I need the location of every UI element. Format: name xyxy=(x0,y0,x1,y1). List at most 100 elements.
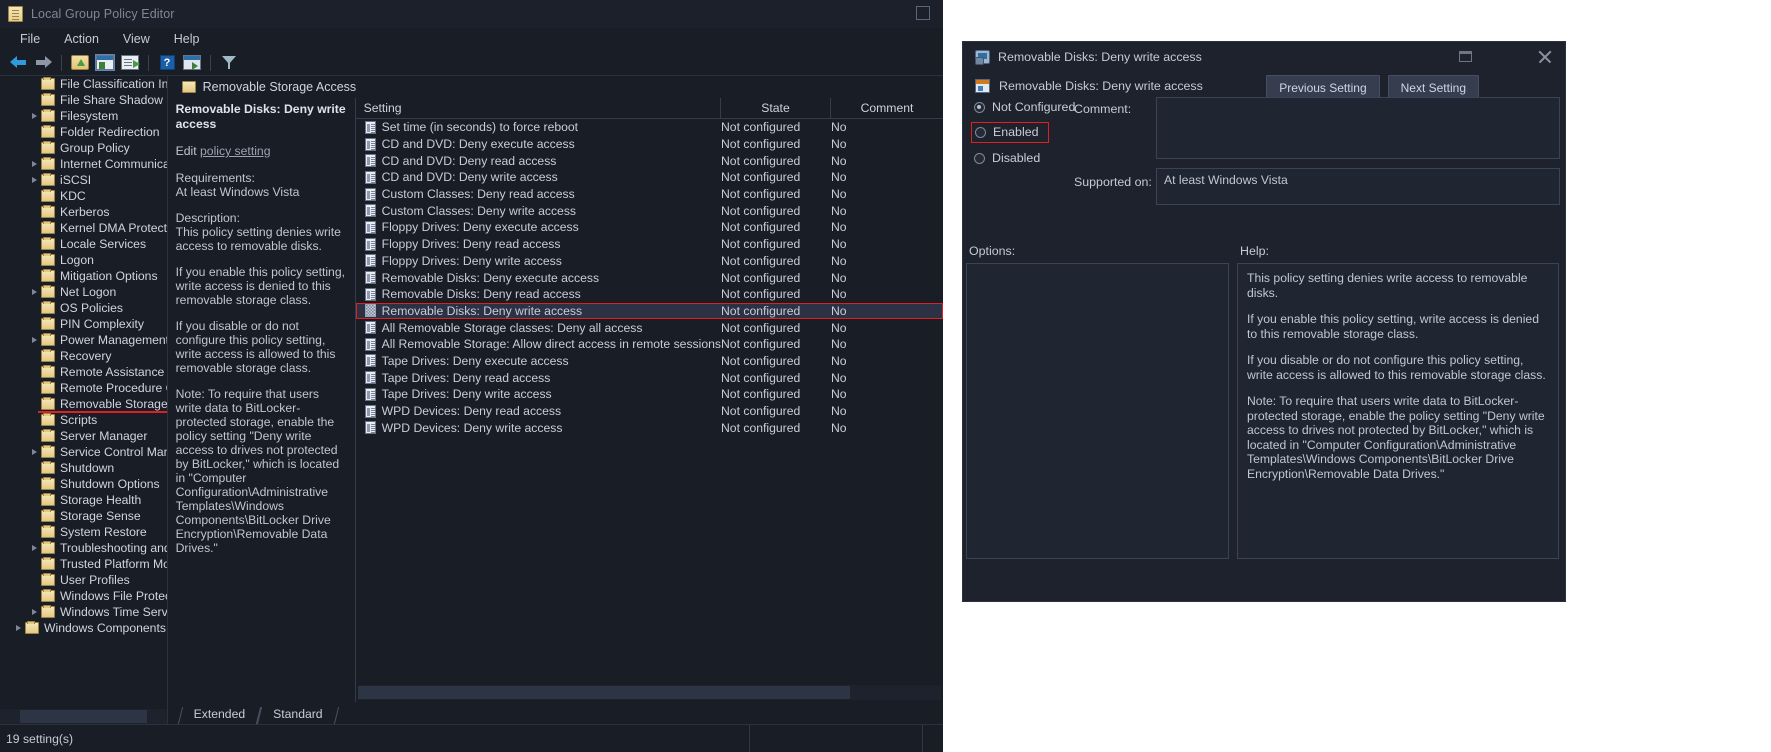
show-window-icon[interactable] xyxy=(181,53,203,73)
tab-extended[interactable]: Extended xyxy=(180,705,260,724)
maximize-button[interactable] xyxy=(916,6,930,20)
expand-chevron-icon[interactable] xyxy=(27,332,41,348)
table-row[interactable]: Removable Disks: Deny write access Not co… xyxy=(355,302,944,320)
tree-item[interactable]: Folder Redirection xyxy=(0,124,167,140)
expand-chevron-icon[interactable] xyxy=(27,284,41,300)
table-row[interactable]: Floppy Drives: Deny write access Not conf… xyxy=(356,253,943,270)
policy-setting-link[interactable]: policy setting xyxy=(200,144,270,158)
tree-item[interactable]: Server Manager xyxy=(0,428,167,444)
column-header-comment[interactable]: Comment xyxy=(831,98,943,118)
options-panel[interactable] xyxy=(966,263,1229,559)
tree-item[interactable]: Windows Time Service xyxy=(0,604,167,620)
tree-item[interactable]: Service Control Manag xyxy=(0,444,167,460)
tree-item[interactable]: Scripts xyxy=(0,412,167,428)
tree-item[interactable]: Filesystem xyxy=(0,108,167,124)
tree-item[interactable]: Remote Procedure Cal xyxy=(0,380,167,396)
menu-file[interactable]: File xyxy=(8,30,52,48)
table-row[interactable]: Tape Drives: Deny execute access Not conf… xyxy=(356,353,943,370)
tree-item[interactable]: File Share Shadow Cop xyxy=(0,92,167,108)
filter-icon[interactable] xyxy=(218,53,240,73)
scrollbar-thumb[interactable] xyxy=(357,686,850,699)
tree-item[interactable]: Recovery xyxy=(0,348,167,364)
scrollbar-thumb[interactable] xyxy=(20,710,147,723)
tree-item[interactable]: OS Policies xyxy=(0,300,167,316)
tree-item[interactable]: Remote Assistance xyxy=(0,364,167,380)
help-icon[interactable]: ? xyxy=(156,53,178,73)
column-header-state[interactable]: State xyxy=(721,98,831,118)
table-row[interactable]: Set time (in seconds) to force reboot Not… xyxy=(356,119,943,136)
tree-item[interactable]: Storage Health xyxy=(0,492,167,508)
restore-button[interactable] xyxy=(1459,51,1472,62)
tree-item[interactable]: Power Management xyxy=(0,332,167,348)
radio-button-icon[interactable] xyxy=(974,101,985,113)
expand-chevron-icon[interactable] xyxy=(27,540,41,556)
table-row[interactable]: WPD Devices: Deny read access Not configu… xyxy=(356,403,943,420)
back-arrow-icon[interactable] xyxy=(7,53,29,73)
help-panel[interactable]: This policy setting denies write access … xyxy=(1237,263,1559,559)
export-list-icon[interactable] xyxy=(119,53,141,73)
table-row[interactable]: Custom Classes: Deny write access Not con… xyxy=(356,202,943,219)
expand-chevron-icon[interactable] xyxy=(27,604,41,620)
tree-item[interactable]: Windows File Protectio xyxy=(0,588,167,604)
tree-item[interactable]: Windows Components xyxy=(0,620,167,636)
tree-item[interactable]: File Classification Infra xyxy=(0,76,167,92)
settings-horizontal-scrollbar[interactable] xyxy=(357,685,941,700)
table-row[interactable]: Custom Classes: Deny read access Not conf… xyxy=(356,186,943,203)
tree-item[interactable]: PIN Complexity xyxy=(0,316,167,332)
expand-chevron-icon[interactable] xyxy=(27,108,41,124)
radio-button-icon[interactable] xyxy=(975,126,986,138)
forward-arrow-icon[interactable] xyxy=(32,53,54,73)
table-row[interactable]: Floppy Drives: Deny execute access Not co… xyxy=(356,219,943,236)
tree-item[interactable]: Net Logon xyxy=(0,284,167,300)
radio-not-configured[interactable]: Not Configured xyxy=(974,100,1075,114)
expand-chevron-icon[interactable] xyxy=(27,156,41,172)
tree-item[interactable]: iSCSI xyxy=(0,172,167,188)
tree-item[interactable]: Logon xyxy=(0,252,167,268)
tab-standard[interactable]: Standard xyxy=(259,705,336,724)
table-row[interactable]: Removable Disks: Deny execute access Not … xyxy=(356,269,943,286)
table-row[interactable]: CD and DVD: Deny read access Not configur… xyxy=(356,152,943,169)
tree-item[interactable]: Removable Storage Ac xyxy=(0,396,167,413)
close-icon[interactable] xyxy=(1537,49,1552,64)
up-folder-icon[interactable] xyxy=(69,53,91,73)
tree-item[interactable]: Troubleshooting and D xyxy=(0,540,167,556)
tree-item[interactable]: User Profiles xyxy=(0,572,167,588)
tree-item[interactable]: Storage Sense xyxy=(0,508,167,524)
radio-enabled[interactable]: Enabled xyxy=(971,122,1050,143)
menu-view[interactable]: View xyxy=(111,30,162,48)
expand-chevron-icon[interactable] xyxy=(11,620,25,636)
tree-list[interactable]: File Classification Infra File Share Shad… xyxy=(0,76,167,708)
table-row[interactable]: Tape Drives: Deny read access Not configu… xyxy=(356,369,943,386)
tree-item[interactable]: Trusted Platform Modu xyxy=(0,556,167,572)
table-row[interactable]: All Removable Storage: Allow direct acce… xyxy=(356,336,943,353)
tree-item[interactable]: Group Policy xyxy=(0,140,167,156)
radio-button-icon[interactable] xyxy=(974,152,985,164)
expand-chevron-icon[interactable] xyxy=(27,444,41,460)
tree-item[interactable]: KDC xyxy=(0,188,167,204)
tree-item[interactable]: Kerberos xyxy=(0,204,167,220)
menu-help[interactable]: Help xyxy=(162,30,212,48)
tree-item[interactable]: Kernel DMA Protectio xyxy=(0,220,167,236)
show-console-tree-icon[interactable] xyxy=(94,53,116,73)
settings-list-rows[interactable]: Set time (in seconds) to force reboot Not… xyxy=(355,119,944,436)
table-row[interactable]: Floppy Drives: Deny read access Not confi… xyxy=(356,236,943,253)
radio-disabled[interactable]: Disabled xyxy=(974,151,1040,165)
column-header-setting[interactable]: Setting xyxy=(356,98,721,118)
table-row[interactable]: Removable Disks: Deny read access Not con… xyxy=(356,286,943,303)
table-row[interactable]: Tape Drives: Deny write access Not config… xyxy=(356,386,943,403)
tree-item[interactable]: Shutdown Options xyxy=(0,476,167,492)
table-row[interactable]: CD and DVD: Deny write access Not configu… xyxy=(356,169,943,186)
table-row[interactable]: All Removable Storage classes: Deny all … xyxy=(356,319,943,336)
table-row[interactable]: WPD Devices: Deny write access Not config… xyxy=(356,419,943,436)
tree-horizontal-scrollbar[interactable] xyxy=(0,709,167,724)
folder-icon xyxy=(41,349,55,362)
expand-chevron-icon[interactable] xyxy=(27,172,41,188)
tree-item[interactable]: Shutdown xyxy=(0,460,167,476)
tree-item[interactable]: System Restore xyxy=(0,524,167,540)
tree-item[interactable]: Mitigation Options xyxy=(0,268,167,284)
table-row[interactable]: CD and DVD: Deny execute access Not confi… xyxy=(356,136,943,153)
comment-textarea[interactable] xyxy=(1156,97,1560,159)
menu-action[interactable]: Action xyxy=(52,30,111,48)
tree-item[interactable]: Internet Communicati xyxy=(0,156,167,172)
tree-item[interactable]: Locale Services xyxy=(0,236,167,252)
